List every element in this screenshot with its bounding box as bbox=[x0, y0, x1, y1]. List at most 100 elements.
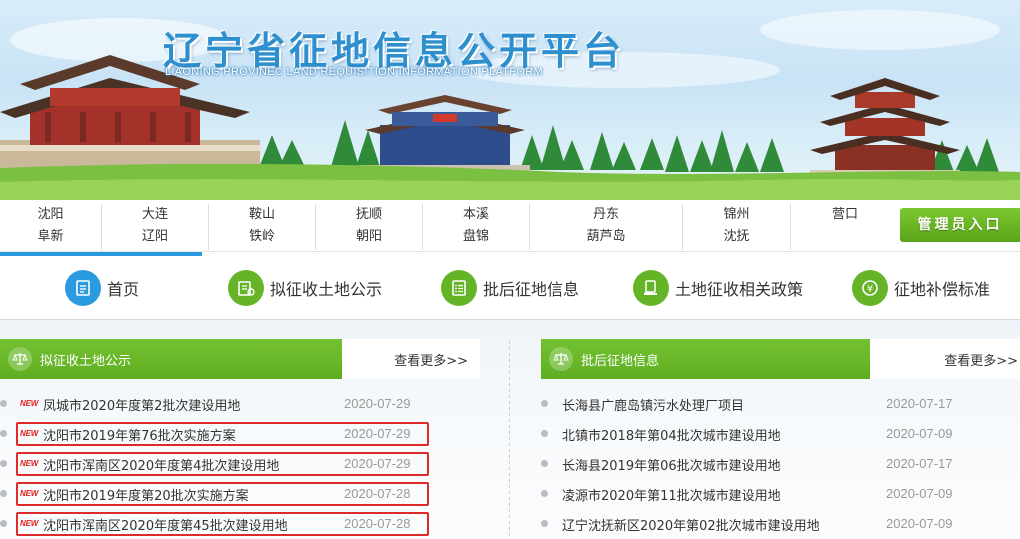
list-item[interactable]: 辽宁沈抚新区2020年第02批次城市建设用地 2020-07-09 bbox=[541, 512, 1020, 536]
city-group-4: 抚顺 朝阳 bbox=[316, 204, 423, 250]
city-link-jinzhou[interactable]: 锦州 bbox=[683, 204, 790, 226]
city-link-dalian[interactable]: 大连 bbox=[102, 204, 208, 226]
news-title[interactable]: 凤城市2020年度第2批次建设用地 bbox=[43, 395, 240, 414]
new-badge: NEW bbox=[20, 459, 39, 468]
new-badge: NEW bbox=[20, 489, 39, 498]
news-title[interactable]: 沈阳市2019年度第20批次实施方案 bbox=[43, 485, 249, 504]
list-item[interactable]: 北镇市2018年第04批次城市建设用地 2020-07-09 bbox=[541, 422, 1020, 446]
city-link-shenfu[interactable]: 沈抚 bbox=[683, 226, 790, 248]
city-link-benxi[interactable]: 本溪 bbox=[423, 204, 529, 226]
nav-policies-label: 土地征收相关政策 bbox=[675, 280, 804, 299]
news-date: 2020-07-09 bbox=[886, 486, 953, 501]
bullet-icon bbox=[541, 400, 548, 407]
news-date: 2020-07-28 bbox=[344, 516, 411, 531]
city-link-shenyang[interactable]: 沈阳 bbox=[0, 204, 101, 226]
city-navigation-bar: 沈阳 阜新 大连 辽阳 鞍山 铁岭 抚顺 朝阳 本溪 盘锦 丹东 葫芦岛 锦州 … bbox=[0, 200, 1020, 252]
list-item[interactable]: 长海县2019年第06批次城市建设用地 2020-07-17 bbox=[541, 452, 1020, 476]
nav-proposed-land[interactable]: 拟征收土地公示 bbox=[228, 270, 382, 306]
city-link-dandong[interactable]: 丹东 bbox=[530, 204, 682, 226]
bullet-icon bbox=[541, 490, 548, 497]
main-navigation: 首页 拟征收土地公示 批后征地信息 土地征收相关政策 ¥ 征地补偿标准 bbox=[0, 256, 1020, 320]
new-badge: NEW bbox=[20, 399, 39, 408]
city-link-fushun[interactable]: 抚顺 bbox=[316, 204, 422, 226]
right-panel-more-link[interactable]: 查看更多>> bbox=[870, 339, 1020, 379]
right-panel-title-text: 批后征地信息 bbox=[581, 353, 660, 369]
list-item[interactable]: 长海县广鹿岛镇污水处理厂项目 2020-07-17 bbox=[541, 392, 1020, 416]
bullet-icon bbox=[541, 430, 548, 437]
city-link-tieling[interactable]: 铁岭 bbox=[209, 226, 315, 248]
nav-compensation-label: 征地补偿标准 bbox=[894, 280, 991, 299]
yuan-coin-icon: ¥ bbox=[852, 270, 888, 306]
city-link-chaoyang[interactable]: 朝阳 bbox=[316, 226, 422, 248]
list-item[interactable]: NEW 沈阳市浑南区2020年度第4批次建设用地 2020-07-29 bbox=[0, 452, 500, 476]
news-date: 2020-07-29 bbox=[344, 456, 411, 471]
city-link-panjin[interactable]: 盘锦 bbox=[423, 226, 529, 248]
nav-home-label: 首页 bbox=[107, 280, 140, 299]
list-item[interactable]: NEW 沈阳市浑南区2020年度第45批次建设用地 2020-07-28 bbox=[0, 512, 500, 536]
header-banner: 辽宁省征地信息公开平台 LIAONING PROVINEC LAND REQUI… bbox=[0, 0, 1020, 200]
news-title[interactable]: 北镇市2018年第04批次城市建设用地 bbox=[562, 425, 781, 444]
city-group-1: 沈阳 阜新 bbox=[0, 204, 102, 250]
bullet-icon bbox=[0, 520, 7, 527]
bullet-icon bbox=[0, 460, 7, 467]
news-date: 2020-07-29 bbox=[344, 396, 411, 411]
bullet-icon bbox=[0, 400, 7, 407]
list-item[interactable]: NEW 沈阳市2019年第76批次实施方案 2020-07-29 bbox=[0, 422, 500, 446]
city-group-5: 本溪 盘锦 bbox=[423, 204, 530, 250]
city-link-liaoyang[interactable]: 辽阳 bbox=[102, 226, 208, 248]
panel-divider bbox=[509, 341, 510, 539]
city-group-6: 丹东 葫芦岛 bbox=[530, 204, 683, 250]
admin-login-button[interactable]: 管理员入口 bbox=[900, 208, 1020, 242]
nav-proposed-land-label: 拟征收土地公示 bbox=[270, 280, 383, 299]
site-subtitle: LIAONING PROVINEC LAND REQUISITION INFOR… bbox=[165, 66, 543, 78]
scale-icon bbox=[549, 347, 573, 371]
news-title[interactable]: 沈阳市2019年第76批次实施方案 bbox=[43, 425, 236, 444]
news-title[interactable]: 长海县2019年第06批次城市建设用地 bbox=[562, 455, 781, 474]
list-icon bbox=[441, 270, 477, 306]
bullet-icon bbox=[0, 430, 7, 437]
bullet-icon bbox=[0, 490, 7, 497]
policy-hand-icon bbox=[633, 270, 669, 306]
news-date: 2020-07-29 bbox=[344, 426, 411, 441]
news-date: 2020-07-28 bbox=[344, 486, 411, 501]
left-panel-header: 拟征收土地公示 查看更多>> bbox=[0, 339, 480, 379]
left-panel-more-link[interactable]: 查看更多>> bbox=[342, 339, 480, 379]
news-date: 2020-07-17 bbox=[886, 396, 953, 411]
news-date: 2020-07-09 bbox=[886, 426, 953, 441]
news-title[interactable]: 沈阳市浑南区2020年度第45批次建设用地 bbox=[43, 515, 288, 534]
nav-home[interactable]: 首页 bbox=[65, 270, 139, 306]
news-date: 2020-07-09 bbox=[886, 516, 953, 531]
new-badge: NEW bbox=[20, 519, 39, 528]
nav-policies[interactable]: 土地征收相关政策 bbox=[633, 270, 803, 306]
nav-approved-info[interactable]: 批后征地信息 bbox=[441, 270, 579, 306]
list-item[interactable]: 凌源市2020年第11批次城市建设用地 2020-07-09 bbox=[541, 482, 1020, 506]
news-title[interactable]: 长海县广鹿岛镇污水处理厂项目 bbox=[562, 395, 744, 414]
list-item[interactable]: NEW 凤城市2020年度第2批次建设用地 2020-07-29 bbox=[0, 392, 500, 416]
news-date: 2020-07-17 bbox=[886, 456, 953, 471]
city-link-fuxin[interactable]: 阜新 bbox=[0, 226, 101, 248]
city-group-8: 营口 bbox=[791, 204, 899, 250]
left-panel-title-text: 拟征收土地公示 bbox=[40, 353, 132, 369]
city-link-yingkou[interactable]: 营口 bbox=[791, 204, 899, 226]
left-panel-title: 拟征收土地公示 bbox=[0, 339, 342, 379]
city-group-2: 大连 辽阳 bbox=[102, 204, 209, 250]
content-area: 拟征收土地公示 查看更多>> 批后征地信息 查看更多>> NEW 凤城市2020… bbox=[0, 321, 1020, 539]
nav-approved-info-label: 批后征地信息 bbox=[483, 280, 580, 299]
svg-text:¥: ¥ bbox=[867, 284, 873, 295]
scale-icon bbox=[8, 347, 32, 371]
city-link-anshan[interactable]: 鞍山 bbox=[209, 204, 315, 226]
right-panel-title: 批后征地信息 bbox=[541, 339, 870, 379]
city-group-3: 鞍山 铁岭 bbox=[209, 204, 316, 250]
city-group-7: 锦州 沈抚 bbox=[683, 204, 791, 250]
bullet-icon bbox=[541, 520, 548, 527]
news-title[interactable]: 辽宁沈抚新区2020年第02批次城市建设用地 bbox=[562, 515, 820, 534]
home-document-icon bbox=[65, 270, 101, 306]
news-title[interactable]: 沈阳市浑南区2020年度第4批次建设用地 bbox=[43, 455, 279, 474]
list-item[interactable]: NEW 沈阳市2019年度第20批次实施方案 2020-07-28 bbox=[0, 482, 500, 506]
city-link-huludao[interactable]: 葫芦岛 bbox=[530, 226, 682, 248]
right-panel-header: 批后征地信息 查看更多>> bbox=[541, 339, 1020, 379]
nav-compensation[interactable]: ¥ 征地补偿标准 bbox=[852, 270, 990, 306]
news-title[interactable]: 凌源市2020年第11批次城市建设用地 bbox=[562, 485, 781, 504]
new-badge: NEW bbox=[20, 429, 39, 438]
bullet-icon bbox=[541, 460, 548, 467]
